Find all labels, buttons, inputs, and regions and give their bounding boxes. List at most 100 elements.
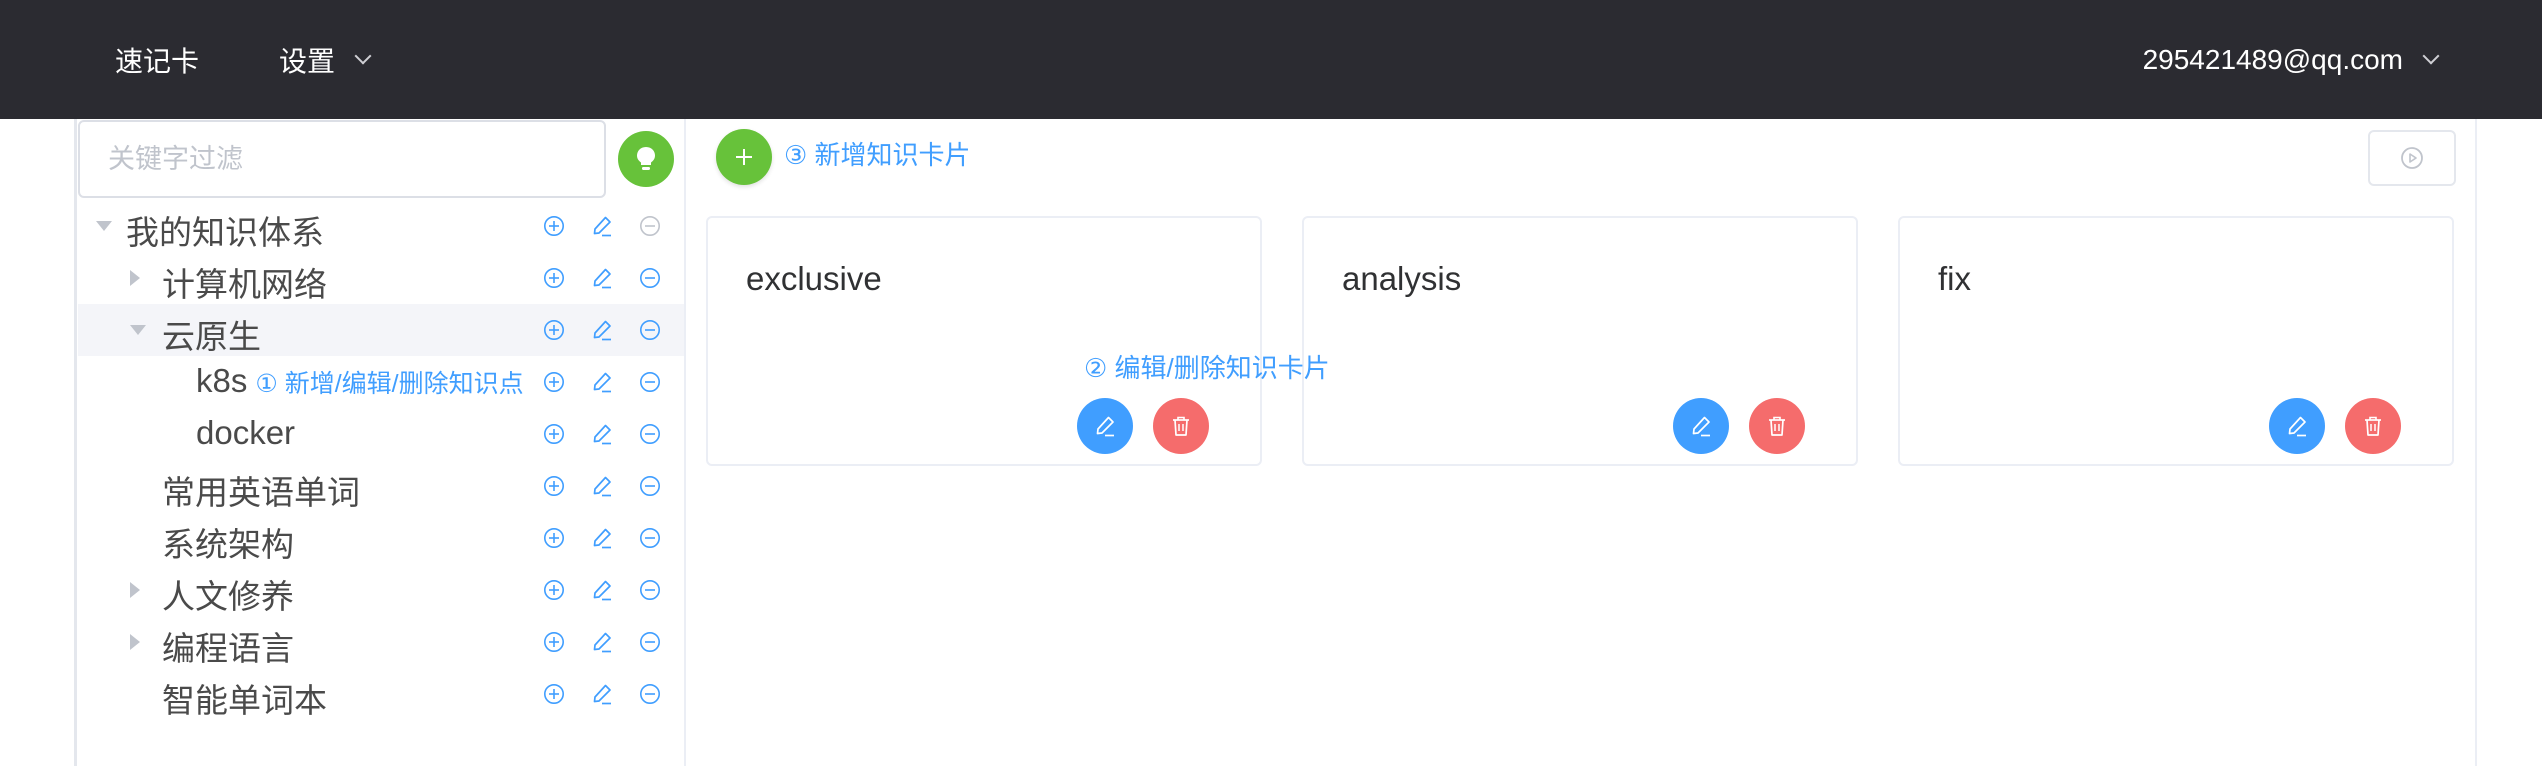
- delete-node-button[interactable]: [637, 473, 663, 499]
- caret-right-icon[interactable]: [130, 634, 140, 650]
- tree-node[interactable]: 编程语言: [78, 616, 684, 668]
- tree-node-actions: [541, 252, 663, 304]
- plus-circle-icon: [544, 684, 564, 704]
- add-node-button[interactable]: [541, 681, 567, 707]
- tree-node-actions: [541, 668, 663, 720]
- delete-card-button[interactable]: [1749, 398, 1805, 454]
- delete-node-button[interactable]: [637, 369, 663, 395]
- delete-card-button[interactable]: [2345, 398, 2401, 454]
- tree-node-text: docker: [196, 414, 295, 452]
- edit-card-button[interactable]: [2269, 398, 2325, 454]
- card-title: exclusive: [746, 260, 882, 297]
- edit-icon: [593, 528, 611, 549]
- minus-circle-icon: [640, 216, 660, 236]
- caret-down-icon[interactable]: [130, 325, 146, 335]
- user-email: 295421489@qq.com: [2142, 43, 2403, 75]
- edit-icon: [1096, 416, 1114, 437]
- node-actions-hint: ① 新增/编辑/删除知识点: [255, 370, 524, 398]
- edit-icon: [593, 268, 611, 289]
- tree-node-label: 云原生: [162, 318, 261, 355]
- tree-node[interactable]: 智能单词本: [78, 668, 684, 720]
- edit-card-button[interactable]: [1673, 398, 1729, 454]
- edit-card-button[interactable]: [1077, 398, 1133, 454]
- edit-node-button[interactable]: [589, 213, 615, 239]
- add-node-button[interactable]: [541, 421, 567, 447]
- nav-settings-label: 设置: [279, 45, 336, 77]
- delete-node-button[interactable]: [637, 421, 663, 447]
- minus-circle-icon: [640, 580, 660, 600]
- tree-node[interactable]: 系统架构: [78, 512, 684, 564]
- delete-node-button[interactable]: [637, 577, 663, 603]
- edit-icon: [593, 684, 611, 705]
- tree-node-text: 系统架构: [162, 518, 294, 566]
- tree-node[interactable]: docker: [78, 408, 684, 460]
- delete-node-button[interactable]: [637, 525, 663, 551]
- edit-node-button[interactable]: [589, 421, 615, 447]
- edit-icon: [593, 424, 611, 445]
- minus-circle-icon: [640, 372, 660, 392]
- tree-node[interactable]: k8s ① 新增/编辑/删除知识点: [78, 356, 684, 408]
- edit-icon: [1692, 416, 1710, 437]
- edit-node-button[interactable]: [589, 369, 615, 395]
- smart-hint-button[interactable]: [618, 131, 674, 187]
- add-node-button[interactable]: [541, 473, 567, 499]
- caret-down-icon[interactable]: [96, 221, 112, 231]
- tree-node-actions: [541, 200, 663, 252]
- tree-node-label: 常用英语单词: [162, 474, 360, 511]
- delete-node-button[interactable]: [637, 681, 663, 707]
- edit-node-button[interactable]: [589, 525, 615, 551]
- plus-circle-icon: [544, 476, 564, 496]
- add-node-button[interactable]: [541, 265, 567, 291]
- add-node-button[interactable]: [541, 213, 567, 239]
- add-node-button[interactable]: [541, 525, 567, 551]
- chevron-down-icon: [2422, 47, 2440, 64]
- edit-node-button[interactable]: [589, 681, 615, 707]
- edit-node-button[interactable]: [589, 265, 615, 291]
- edit-node-button[interactable]: [589, 317, 615, 343]
- knowledge-card[interactable]: analysis: [1302, 216, 1858, 466]
- knowledge-tree: 我的知识体系 计算机网络云原生 k8s ① 新增/编辑/删除知识点 docker 常用英语…: [78, 200, 684, 720]
- nav-brand-link[interactable]: 速记卡: [115, 0, 199, 119]
- card-title: fix: [1938, 260, 1971, 297]
- caret-right-icon[interactable]: [130, 582, 140, 598]
- minus-circle-icon: [640, 632, 660, 652]
- nav-settings-menu[interactable]: 设置: [279, 0, 372, 119]
- sidebar-left-border: [74, 119, 77, 766]
- tree-node-actions: [541, 460, 663, 512]
- plus-circle-icon: [544, 580, 564, 600]
- chevron-down-icon: [354, 47, 372, 64]
- edit-node-button[interactable]: [589, 577, 615, 603]
- delete-card-button[interactable]: [1153, 398, 1209, 454]
- add-node-button[interactable]: [541, 369, 567, 395]
- trash-icon: [1173, 416, 1189, 436]
- minus-circle-icon: [640, 528, 660, 548]
- edit-node-button[interactable]: [589, 473, 615, 499]
- keyword-filter-input[interactable]: [78, 120, 606, 198]
- add-node-button[interactable]: [541, 317, 567, 343]
- tree-node-label: 编程语言: [162, 630, 294, 667]
- tree-node[interactable]: 计算机网络: [78, 252, 684, 304]
- delete-node-button[interactable]: [637, 629, 663, 655]
- delete-node-button[interactable]: [637, 213, 663, 239]
- tree-node[interactable]: 常用英语单词: [78, 460, 684, 512]
- delete-node-button[interactable]: [637, 265, 663, 291]
- tree-node[interactable]: 我的知识体系: [78, 200, 684, 252]
- delete-node-button[interactable]: [637, 317, 663, 343]
- caret-right-icon[interactable]: [130, 270, 140, 286]
- tree-node-label: 我的知识体系: [126, 214, 324, 251]
- knowledge-card[interactable]: exclusive: [706, 216, 1262, 466]
- edit-node-button[interactable]: [589, 629, 615, 655]
- trash-icon: [2365, 416, 2381, 436]
- tree-node[interactable]: 人文修养: [78, 564, 684, 616]
- tree-node[interactable]: 云原生: [78, 304, 684, 356]
- play-review-button[interactable]: [2368, 130, 2456, 186]
- add-node-button[interactable]: [541, 629, 567, 655]
- add-card-button[interactable]: [716, 129, 772, 185]
- add-node-button[interactable]: [541, 577, 567, 603]
- add-card-hint: ③ 新增知识卡片: [784, 140, 971, 170]
- tree-node-actions: [541, 564, 663, 616]
- tree-node-text: k8s ① 新增/编辑/删除知识点: [196, 362, 524, 400]
- knowledge-card[interactable]: fix: [1898, 216, 2454, 466]
- user-menu[interactable]: 295421489@qq.com: [2142, 0, 2440, 119]
- edit-icon: [2288, 416, 2306, 437]
